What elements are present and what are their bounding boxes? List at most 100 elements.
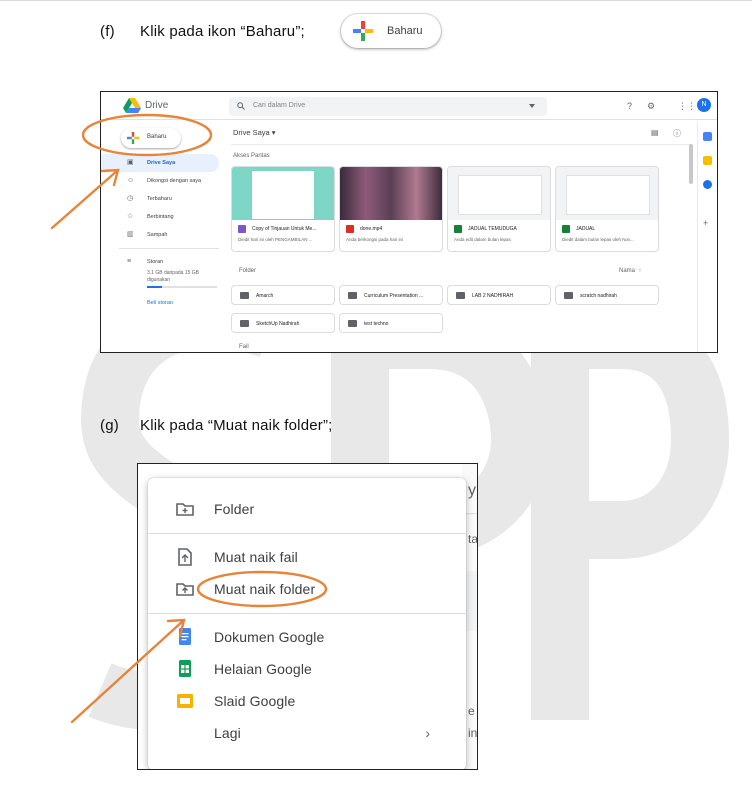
card-subtitle: Diedit dalam bulan lepas oleh Nov... [562, 237, 634, 242]
avatar[interactable]: N [697, 98, 711, 112]
doc-thumbnail [232, 167, 334, 220]
header-divider [231, 144, 691, 145]
menu-item-folder[interactable]: Folder [148, 494, 466, 524]
folder-item[interactable]: SketchUp Nadhirah [231, 313, 335, 333]
folder-item[interactable]: scratch nadhirah [555, 285, 659, 305]
google-docs-icon [179, 628, 191, 645]
shared-folder-icon [456, 292, 465, 299]
drive-main: Drive Saya ▾ ▤ ⓘ Akses Pantas Copy of Ti… [231, 122, 691, 352]
menu-item-google-slides[interactable]: Slaid Google [148, 686, 466, 716]
menu-divider [148, 533, 466, 534]
drive-new-button[interactable]: Baharu [121, 128, 181, 148]
sidebar-item-starred[interactable]: ☆ Berbintang [101, 208, 221, 226]
quick-access-card[interactable]: JADUAL TEMUDUGA Anda edit dalam bulan le… [447, 166, 551, 252]
background-text-fragment: y [468, 482, 476, 499]
info-icon[interactable]: ⓘ [673, 128, 681, 139]
folder-icon [240, 292, 249, 299]
menu-item-label: Lagi [214, 725, 241, 741]
new-button[interactable]: Baharu [341, 14, 441, 48]
drive-search-input[interactable]: Cari dalam Drive [229, 97, 547, 116]
step-f: (f) Klik pada ikon “Baharu”; [100, 23, 305, 40]
card-name: done.mp4 [360, 226, 383, 232]
tasks-icon[interactable] [703, 180, 712, 189]
folder-item[interactable]: Curriculum Presentation ... [339, 285, 443, 305]
sidebar-item-my-drive[interactable]: ▣ Drive Saya [101, 154, 219, 172]
sidebar-item-trash[interactable]: ▥ Sampah [101, 226, 221, 244]
list-view-icon[interactable]: ▤ [651, 128, 659, 137]
quick-access-card[interactable]: Copy of Tinjauan Untuk Me... Diedit hari… [231, 166, 335, 252]
apps-grid-icon[interactable]: ⋮⋮ [678, 101, 696, 111]
folder-icon [348, 320, 357, 327]
storage-usage-bar [147, 286, 217, 288]
sheet-thumbnail [448, 167, 550, 220]
search-placeholder: Cari dalam Drive [253, 102, 306, 109]
background-text-fragment: ta [468, 532, 478, 546]
calendar-icon[interactable] [703, 132, 712, 141]
files-heading: Fail [239, 344, 249, 350]
step-text: Klik pada ikon “Baharu”; [140, 23, 305, 40]
drive-sidebar: ▣ Drive Saya ☺ Dikongsi dengan saya ◷ Te… [101, 154, 221, 271]
step-number: (g) [100, 417, 119, 434]
card-name: JADUAL TEMUDUGA [468, 226, 517, 232]
menu-item-label: Dokumen Google [214, 629, 325, 645]
sidebar-item-storage[interactable]: ≡ Storan [101, 253, 221, 271]
video-thumbnail [340, 167, 442, 220]
menu-item-label: Folder [214, 501, 255, 517]
star-icon: ☆ [127, 213, 134, 220]
sidebar-item-label: Drive Saya [147, 160, 176, 166]
scrollbar[interactable] [689, 144, 693, 184]
step-g: (g) Klik pada “Muat naik folder”; [100, 417, 333, 434]
card-subtitle: Diedit hari ini oleh PENGAMBILAN ... [238, 237, 313, 242]
sidebar-item-label: Sampah [147, 232, 168, 238]
colored-plus-icon [353, 21, 373, 41]
sidebar-item-shared[interactable]: ☺ Dikongsi dengan saya [101, 172, 221, 190]
trash-icon: ▥ [127, 231, 134, 238]
background-text-fragment: in [468, 726, 478, 740]
keep-icon[interactable] [703, 156, 712, 165]
menu-item-google-sheets[interactable]: Helaian Google [148, 654, 466, 684]
new-button-label: Baharu [387, 25, 423, 37]
sidebar-item-recent[interactable]: ◷ Terbaharu [101, 190, 221, 208]
breadcrumb[interactable]: Drive Saya ▾ [233, 128, 276, 137]
file-upload-icon [178, 548, 192, 566]
step-number: (f) [100, 23, 115, 40]
sidebar-item-label: Storan [147, 259, 164, 265]
storage-icon: ≡ [127, 258, 132, 265]
sheets-file-icon [562, 225, 570, 233]
card-subtitle: Anda edit dalam bulan lepas [454, 237, 511, 242]
storage-usage-text: 3.1 GB daripada 15 GB digunakan [147, 270, 199, 283]
sort-by-name[interactable]: Nama ↑ [619, 268, 641, 274]
new-folder-icon [176, 503, 194, 516]
quick-access-heading: Akses Pantas [233, 153, 270, 159]
help-icon[interactable]: ? [627, 101, 632, 111]
clock-icon: ◷ [127, 195, 134, 202]
menu-item-label: Helaian Google [214, 661, 312, 677]
drive-screenshot: Drive Cari dalam Drive ? ⚙ ⋮⋮ N Baharu ▣… [100, 91, 718, 353]
buy-storage-link[interactable]: Beli storan [147, 300, 173, 306]
folder-icon [240, 320, 249, 327]
folder-item[interactable]: LAB 2 NADHIRAH [447, 285, 551, 305]
menu-item-upload-folder[interactable]: Muat naik folder [148, 574, 466, 604]
sidebar-item-label: Dikongsi dengan saya [147, 178, 202, 184]
add-addon-icon[interactable]: + [703, 218, 708, 228]
menu-item-more[interactable]: Lagi › [148, 718, 466, 748]
folder-icon [348, 292, 357, 299]
gear-icon[interactable]: ⚙ [647, 101, 655, 111]
menu-item-google-docs[interactable]: Dokumen Google [148, 622, 466, 652]
folder-item[interactable]: test techno [339, 313, 443, 333]
menu-item-upload-file[interactable]: Muat naik fail [148, 542, 466, 572]
quick-access-card[interactable]: done.mp4 Anda berkongsi pada hari ini [339, 166, 443, 252]
drive-header: Drive Cari dalam Drive ? ⚙ ⋮⋮ N [101, 92, 717, 120]
menu-item-label: Muat naik fail [214, 549, 298, 565]
folder-heading: Folder [239, 268, 257, 274]
new-menu-screenshot: y ta e in Folder Muat naik fail Muat nai… [137, 463, 478, 770]
colored-plus-icon [127, 132, 139, 144]
folder-item[interactable]: Amarch [231, 285, 335, 305]
menu-item-label: Slaid Google [214, 693, 296, 709]
menu-divider [148, 613, 466, 614]
quick-access-card[interactable]: JADUAL Diedit dalam bulan lepas oleh Nov… [555, 166, 659, 252]
new-menu: Folder Muat naik fail Muat naik folder D… [148, 478, 466, 769]
sheets-file-icon [454, 225, 462, 233]
search-options-icon[interactable] [529, 104, 535, 108]
forms-file-icon [238, 225, 246, 233]
